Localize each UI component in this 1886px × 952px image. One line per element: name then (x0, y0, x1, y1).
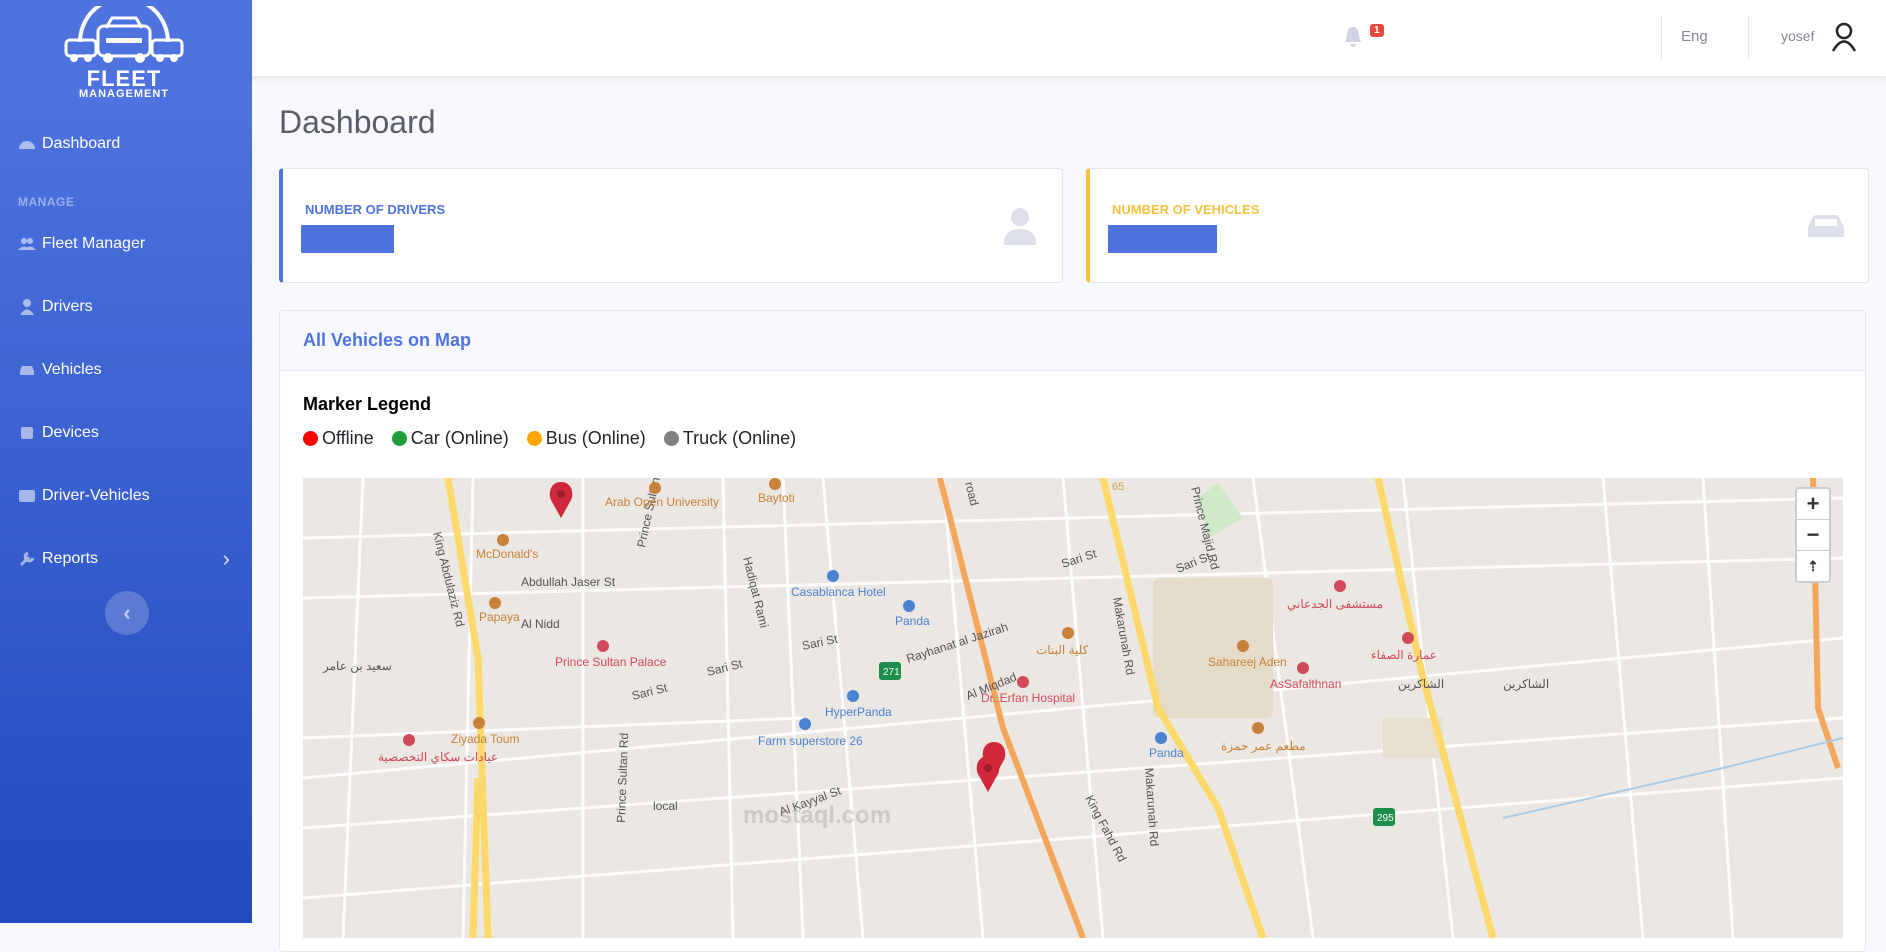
map-label: McDonald's (476, 547, 538, 561)
route-shield: 295 (1377, 813, 1394, 824)
red-dot-icon (303, 431, 318, 446)
topbar (252, 0, 1886, 76)
chip-icon (21, 427, 33, 439)
legend-item-truck: Truck (Online) (663, 428, 797, 449)
map-label: مستشفى الجدعاني (1287, 597, 1383, 611)
map-label: AsSafalthnan (1270, 677, 1341, 691)
legend-label: Offline (322, 428, 374, 448)
sidebar-item-driver-vehicles[interactable]: Driver-Vehicles (0, 476, 252, 516)
vehicles-map-card: All Vehicles on Map Marker Legend Offlin… (279, 310, 1866, 952)
sidebar: FLEET MANAGEMENT Dashboard MANAGE Fleet … (0, 0, 252, 923)
map-zoom-controls: + − ⇡ (1795, 487, 1831, 583)
legend-label: Truck (Online) (682, 428, 797, 448)
sidebar-item-devices[interactable]: Devices (0, 413, 252, 453)
map-label: عيادات سكاي التخصصية (378, 750, 498, 764)
sidebar-item-label: Fleet Manager (42, 235, 146, 252)
user-name[interactable]: yosef (1781, 28, 1814, 44)
sidebar-item-label: Driver-Vehicles (42, 487, 150, 504)
zoom-in-button[interactable]: + (1797, 489, 1829, 520)
map-card-header: All Vehicles on Map (280, 311, 1865, 371)
vehicles-count-label: NUMBER OF VEHICLES (1112, 202, 1260, 217)
gray-dot-icon (663, 431, 679, 446)
marker-legend: Offline Car (Online) Bus (Online) Truck … (303, 428, 814, 449)
map-label: Casablanca Hotel (791, 585, 886, 599)
route-shield: 271 (883, 667, 900, 678)
id-card-icon (19, 490, 35, 502)
drivers-count-card: NUMBER OF DRIVERS (279, 168, 1063, 283)
alerts-count-badge: 1 (1370, 24, 1384, 37)
sidebar-item-label: Drivers (42, 298, 93, 315)
orange-dot-icon (526, 431, 542, 446)
sidebar-item-drivers[interactable]: Drivers (0, 287, 252, 327)
sidebar-item-vehicles[interactable]: Vehicles (0, 350, 252, 390)
user-profile-icon[interactable] (1831, 22, 1857, 52)
legend-item-car: Car (Online) (391, 428, 509, 449)
watermark: mostaql.com (743, 802, 891, 829)
map-label: الشاكرين (1398, 677, 1444, 691)
map-label: Farm superstore 26 (758, 734, 863, 748)
sidebar-item-dashboard[interactable]: Dashboard (0, 124, 252, 164)
legend-label: Car (Online) (410, 428, 509, 448)
map-label: عمارة الصفاء (1371, 648, 1437, 662)
user-icon (1004, 208, 1036, 245)
sidebar-item-label: Reports (42, 550, 99, 567)
topbar-divider (1748, 16, 1749, 60)
vehicles-count-value (1108, 225, 1217, 253)
legend-label: Bus (Online) (545, 428, 646, 448)
sidebar-item-label: Vehicles (42, 361, 102, 378)
map-label: Panda (895, 614, 930, 628)
map-card-title: All Vehicles on Map (303, 330, 472, 350)
map-label: Arab Open University (605, 495, 719, 509)
brand-subtitle: MANAGEMENT (78, 88, 170, 100)
map-label: كلية البنات (1036, 643, 1089, 657)
sidebar-item-reports[interactable]: Reports › (0, 539, 252, 579)
car-icon (20, 366, 34, 375)
car-icon (1808, 215, 1844, 237)
map-label: Al Nidd (521, 617, 560, 631)
bell-icon[interactable] (1343, 26, 1363, 48)
map-label: الشاكرين (1503, 677, 1549, 691)
map-label: HyperPanda (825, 705, 892, 719)
sidebar-toggle-button[interactable]: ‹ (105, 591, 149, 635)
sidebar-item-fleet-manager[interactable]: Fleet Manager (0, 224, 252, 264)
sidebar-heading: MANAGE (18, 195, 75, 209)
map-label: Panda (1149, 746, 1184, 760)
map-label: سعيد بن عامر (322, 659, 392, 673)
map-tiles[interactable]: Abdullah Jaser St Al Nidd Sari St Sari S… (303, 478, 1843, 938)
map-label: local (653, 799, 678, 813)
drivers-count-value (301, 225, 394, 253)
legend-item-bus: Bus (Online) (526, 428, 646, 449)
vehicles-count-card: NUMBER OF VEHICLES (1086, 168, 1869, 283)
map-label: Ziyada Toum (451, 732, 519, 746)
map-label: Dr. Erfan Hospital (981, 691, 1075, 705)
route-number: 65 (1112, 481, 1124, 493)
users-icon (18, 238, 36, 250)
green-dot-icon (391, 431, 407, 446)
marker-legend-title: Marker Legend (303, 394, 432, 414)
page-title: Dashboard (279, 104, 436, 140)
reset-bearing-button[interactable]: ⇡ (1797, 551, 1829, 581)
map-label: Sahareej Aden (1208, 655, 1287, 669)
sidebar-item-label: Devices (42, 424, 99, 441)
drivers-count-label: NUMBER OF DRIVERS (305, 202, 446, 217)
map-label: Papaya (479, 610, 520, 624)
wrench-icon (19, 551, 35, 567)
user-icon (20, 299, 34, 315)
sidebar-item-label: Dashboard (42, 135, 121, 152)
map-label: Prince Sultan Palace (555, 655, 667, 669)
fleet-management-logo[interactable]: FLEET MANAGEMENT (62, 0, 186, 102)
chevron-right-icon: › (222, 546, 230, 571)
topbar-divider (1661, 16, 1662, 60)
zoom-out-button[interactable]: − (1797, 520, 1829, 551)
legend-item-offline: Offline (303, 428, 374, 449)
cars-logo-icon (64, 0, 184, 63)
tachometer-icon (19, 141, 35, 149)
vehicles-map[interactable]: Abdullah Jaser St Al Nidd Sari St Sari S… (303, 478, 1843, 938)
map-label: Abdullah Jaser St (521, 575, 616, 589)
map-label: Baytoti (758, 491, 795, 505)
map-label: مطعم عمر حمزة (1221, 739, 1306, 753)
language-selector[interactable]: Eng (1681, 28, 1708, 45)
chevron-left-icon: ‹ (123, 600, 131, 625)
